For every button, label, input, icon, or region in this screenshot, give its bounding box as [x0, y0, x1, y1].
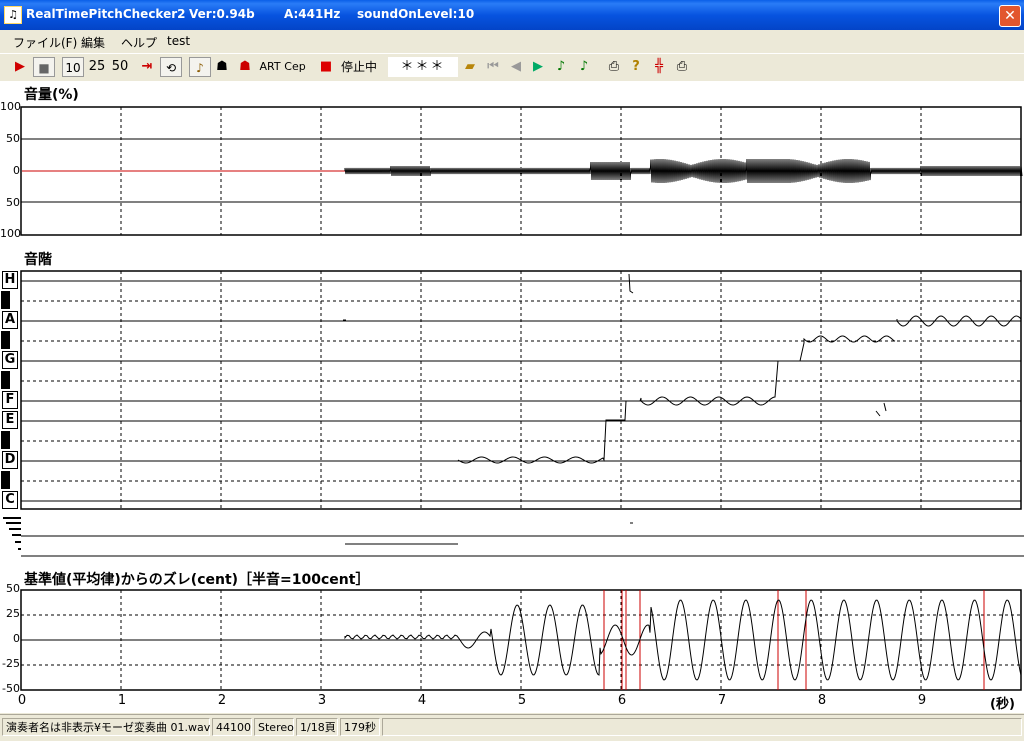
app-icon: ♫ — [4, 6, 22, 24]
next-icon[interactable]: ▶ — [530, 57, 546, 77]
zoom-50-button[interactable]: 50 — [109, 57, 131, 77]
status-file: 演奏者名は非表示¥モーゼ変奏曲 01.wav — [2, 718, 210, 736]
title-bar: ♫ RealTimePitchChecker2 Ver:0.94b A:441H… — [0, 0, 1024, 30]
close-button[interactable]: ✕ — [999, 5, 1021, 27]
help-icon[interactable]: ? — [628, 57, 644, 77]
first-icon[interactable]: ⏮ — [485, 57, 501, 77]
cep-button[interactable]: Cep — [283, 57, 307, 77]
prev-icon[interactable]: ◀ — [508, 57, 524, 77]
play-button[interactable]: ▶ — [10, 57, 30, 77]
menu-test[interactable]: test — [167, 34, 190, 48]
menu-file[interactable]: ファイル(F) — [13, 34, 77, 51]
app-name: RealTimePitchChecker2 — [26, 7, 186, 21]
toolbar: ▶ ■ 10 25 50 ⇥ ⟲ ♪ ☗ ☗ ART Cep ■ 停止中 ＊＊＊… — [0, 53, 1024, 82]
status-duration: 179秒 — [340, 718, 380, 736]
stop-button[interactable]: ■ — [33, 57, 55, 77]
a-frequency: A:441Hz — [284, 7, 341, 21]
singer-icon[interactable]: ☗ — [213, 57, 231, 77]
zoom-10-button[interactable]: 10 — [62, 57, 84, 77]
menu-edit[interactable]: 編集 — [81, 34, 105, 51]
loop-icon[interactable]: ⟲ — [160, 57, 182, 77]
note-green-icon[interactable]: ♪ — [553, 57, 569, 77]
status-label: 停止中 — [340, 60, 377, 74]
sound-on-level: soundOnLevel:10 — [357, 7, 475, 21]
split-icon[interactable]: ╬ — [650, 57, 668, 77]
note-display: ＊＊＊ — [388, 57, 458, 77]
record-icon[interactable]: ■ — [318, 57, 334, 77]
zoom-25-button[interactable]: 25 — [86, 57, 108, 77]
strip-ticks — [3, 517, 21, 550]
print2-icon[interactable]: ⎙ — [673, 57, 691, 77]
violin-icon[interactable]: ♪ — [189, 57, 211, 77]
art-button[interactable]: ART — [258, 57, 282, 77]
folder-icon[interactable]: ▰ — [461, 57, 479, 77]
status-page: 1/18頁 — [296, 718, 338, 736]
jump-end-icon[interactable]: ⇥ — [138, 57, 156, 77]
note-green2-icon[interactable]: ♪ — [576, 57, 592, 77]
status-empty — [382, 718, 1022, 736]
status-bar: 演奏者名は非表示¥モーゼ変奏曲 01.wav 44100 Stereo 1/18… — [0, 714, 1024, 741]
status-rate: 44100 — [212, 718, 252, 736]
singer-red-icon[interactable]: ☗ — [236, 57, 254, 77]
status-channels: Stereo — [254, 718, 294, 736]
print-icon[interactable]: ⎙ — [605, 57, 623, 77]
menu-bar: ファイル(F) 編集 ヘルプ test — [0, 30, 1024, 52]
main-panel: 音量(%) 100 50 0 50 100 音階 H A G F E D C 基… — [0, 81, 1024, 713]
scale-plot-frame — [20, 270, 1022, 510]
menu-help[interactable]: ヘルプ — [121, 34, 157, 51]
plot-area — [3, 106, 1024, 691]
app-version: Ver:0.94b — [189, 7, 255, 21]
